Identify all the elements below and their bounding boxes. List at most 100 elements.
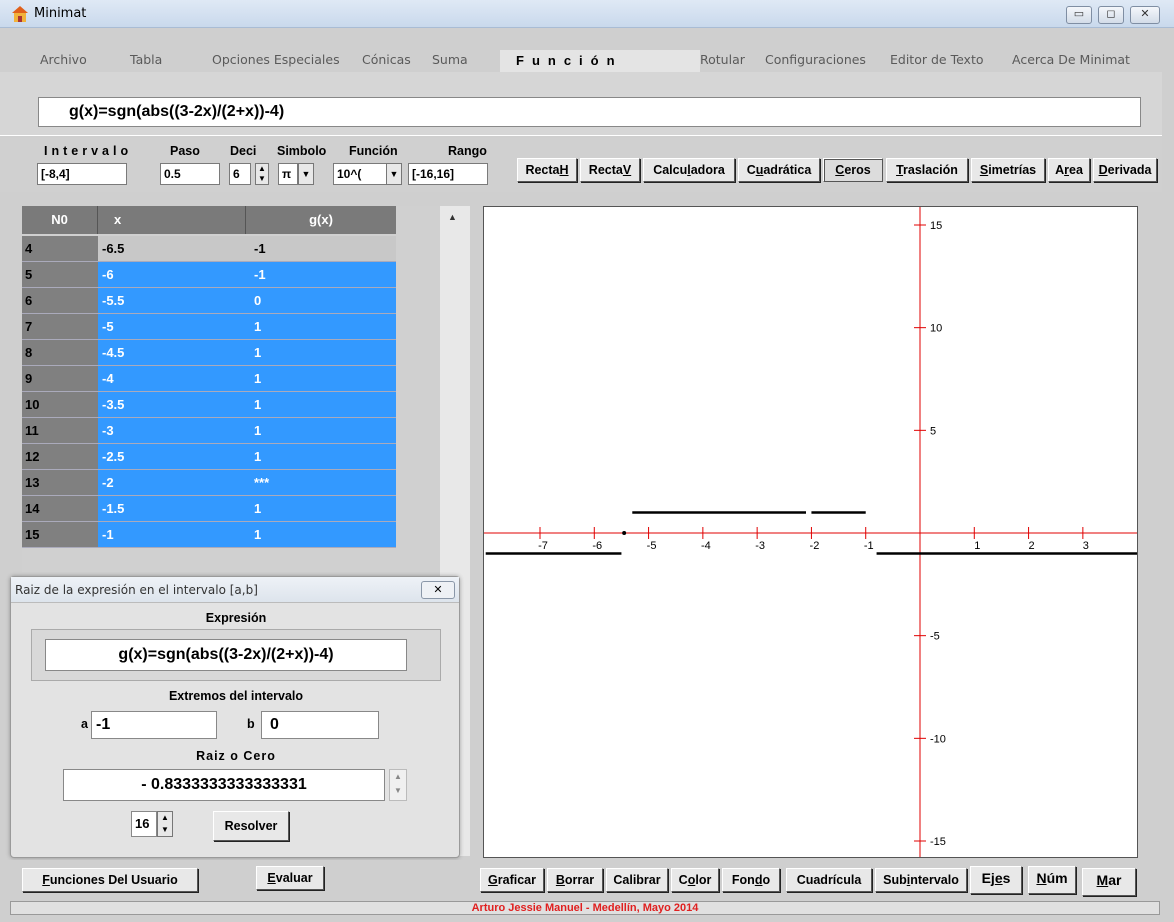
table-cell-n[interactable]: 5 xyxy=(22,262,98,288)
calibrar-button[interactable]: Calibrar xyxy=(606,868,668,892)
table-cell-g[interactable]: 1 xyxy=(246,392,396,418)
table-cell-n[interactable]: 4 xyxy=(22,236,98,262)
table-cell-n[interactable]: 13 xyxy=(22,470,98,496)
paso-input[interactable]: 0.5 xyxy=(160,163,220,185)
num-button[interactable]: Núm xyxy=(1028,866,1076,894)
minimize-button[interactable]: ▭ xyxy=(1066,6,1092,24)
precision-spinner[interactable]: ▲ ▼ xyxy=(157,811,173,837)
cuadratica-button[interactable]: Cuadrática xyxy=(738,158,820,182)
table-cell-g[interactable]: 1 xyxy=(246,444,396,470)
table-cell-g[interactable]: 1 xyxy=(246,314,396,340)
table-cell-n[interactable]: 11 xyxy=(22,418,98,444)
b-input[interactable]: 0 xyxy=(261,711,379,739)
table-cell-g[interactable]: 1 xyxy=(246,522,396,548)
a-input[interactable]: -1 xyxy=(91,711,217,739)
chevron-down-icon[interactable]: ▼ xyxy=(298,163,314,185)
raiz-scrollbar[interactable]: ▲ ▼ xyxy=(389,769,407,801)
intervalo-input[interactable]: [-8,4] xyxy=(37,163,127,185)
table-cell-g[interactable]: 1 xyxy=(246,418,396,444)
table-cell-x[interactable]: -3 xyxy=(98,418,246,444)
table-cell-g[interactable]: 1 xyxy=(246,496,396,522)
y-tick-label: -15 xyxy=(930,836,946,848)
x-tick-label: 2 xyxy=(1029,540,1035,552)
evaluar-button[interactable]: Evaluar xyxy=(256,866,324,890)
table-cell-n[interactable]: 10 xyxy=(22,392,98,418)
table-header-x: x xyxy=(98,206,246,234)
deci-label: Deci xyxy=(230,144,257,158)
table-cell-x[interactable]: -1.5 xyxy=(98,496,246,522)
ejes-button[interactable]: Ejes xyxy=(970,866,1022,894)
function-input[interactable]: g(x)=sgn(abs((3-2x)/(2+x))-4) xyxy=(38,97,1141,127)
y-tick-label: 15 xyxy=(930,220,942,232)
menu-configuraciones[interactable]: Configuraciones xyxy=(765,52,866,67)
menu-suma[interactable]: Suma xyxy=(432,52,468,67)
table-header-n: N0 xyxy=(22,206,98,234)
table-cell-n[interactable]: 7 xyxy=(22,314,98,340)
menu-archivo[interactable]: Archivo xyxy=(40,52,87,67)
subintervalo-button[interactable]: Subintervalo xyxy=(875,868,967,892)
table-cell-g[interactable]: 1 xyxy=(246,366,396,392)
precision-input[interactable]: 16 xyxy=(131,811,157,837)
table-cell-g[interactable]: 0 xyxy=(246,288,396,314)
table-cell-x[interactable]: -1 xyxy=(98,522,246,548)
fondo-button[interactable]: Fondo xyxy=(722,868,780,892)
table-cell-x[interactable]: -3.5 xyxy=(98,392,246,418)
y-tick-label: 10 xyxy=(930,323,942,335)
menu-editor-texto[interactable]: Editor de Texto xyxy=(890,52,984,67)
table-cell-x[interactable]: -2 xyxy=(98,470,246,496)
simbolo-select[interactable]: π xyxy=(278,163,298,185)
resolver-button[interactable]: Resolver xyxy=(213,811,289,841)
derivada-button[interactable]: Derivada xyxy=(1093,158,1157,182)
chevron-down-icon[interactable]: ▼ xyxy=(386,163,402,185)
table-cell-x[interactable]: -6 xyxy=(98,262,246,288)
traslacion-button[interactable]: Traslación xyxy=(886,158,968,182)
area-button[interactable]: Area xyxy=(1048,158,1090,182)
graficar-button[interactable]: Graficar xyxy=(480,868,544,892)
table-cell-n[interactable]: 9 xyxy=(22,366,98,392)
table-cell-n[interactable]: 12 xyxy=(22,444,98,470)
menu-tabla[interactable]: Tabla xyxy=(130,52,162,67)
table-cell-n[interactable]: 6 xyxy=(22,288,98,314)
app-logo-icon xyxy=(12,6,28,22)
color-button[interactable]: Color xyxy=(671,868,719,892)
calculadora-button[interactable]: Calculadora xyxy=(643,158,735,182)
table-cell-n[interactable]: 15 xyxy=(22,522,98,548)
table-cell-n[interactable]: 8 xyxy=(22,340,98,366)
table-cell-n[interactable]: 14 xyxy=(22,496,98,522)
simetrias-button[interactable]: Simetrías xyxy=(971,158,1045,182)
table-cell-x[interactable]: -2.5 xyxy=(98,444,246,470)
rango-input[interactable]: [-16,16] xyxy=(408,163,488,185)
scroll-up-icon[interactable]: ▲ xyxy=(448,212,457,222)
menu-opciones-especiales[interactable]: Opciones Especiales xyxy=(212,52,340,67)
rectah-button[interactable]: RectaH xyxy=(517,158,577,182)
mar-button[interactable]: Mar xyxy=(1082,868,1136,896)
menu-conicas[interactable]: Cónicas xyxy=(362,52,411,67)
graph-canvas[interactable]: -7 -6 -5 -4 -3 -2 -1 1 2 3 15 10 5 -5 -10 -15 xyxy=(483,206,1138,858)
menu-rotular[interactable]: Rotular xyxy=(700,52,745,67)
cuadricula-button[interactable]: Cuadrícula xyxy=(786,868,872,892)
x-tick-label: -6 xyxy=(592,540,602,552)
table-cell-x[interactable]: -4 xyxy=(98,366,246,392)
table-cell-x[interactable]: -5 xyxy=(98,314,246,340)
table-cell-g[interactable]: *** xyxy=(246,470,396,496)
deci-input[interactable]: 6 xyxy=(229,163,251,185)
deci-spinner[interactable]: ▲ ▼ xyxy=(255,163,269,185)
table-cell-g[interactable]: -1 xyxy=(246,236,396,262)
table-cell-g[interactable]: 1 xyxy=(246,340,396,366)
menu-acerca-de[interactable]: Acerca De Minimat xyxy=(1012,52,1130,67)
rectav-button[interactable]: RectaV xyxy=(580,158,640,182)
table-cell-g[interactable]: -1 xyxy=(246,262,396,288)
ceros-button[interactable]: Ceros xyxy=(823,158,883,182)
dialog-close-button[interactable]: ✕ xyxy=(421,581,455,599)
table-cell-x[interactable]: -5.5 xyxy=(98,288,246,314)
funciones-usuario-button[interactable]: Funciones Del Usuario xyxy=(22,868,198,892)
maximize-button[interactable]: ◻ xyxy=(1098,6,1124,24)
y-tick-label: -10 xyxy=(930,733,946,745)
table-cell-x[interactable]: -6.5 xyxy=(98,236,246,262)
borrar-button[interactable]: Borrar xyxy=(547,868,603,892)
table-cell-x[interactable]: -4.5 xyxy=(98,340,246,366)
intervalo-label: Intervalo xyxy=(44,144,133,158)
funcion-select[interactable]: 10^( xyxy=(333,163,387,185)
close-button[interactable]: ✕ xyxy=(1130,6,1160,24)
expresion-field[interactable]: g(x)=sgn(abs((3-2x)/(2+x))-4) xyxy=(45,639,407,671)
